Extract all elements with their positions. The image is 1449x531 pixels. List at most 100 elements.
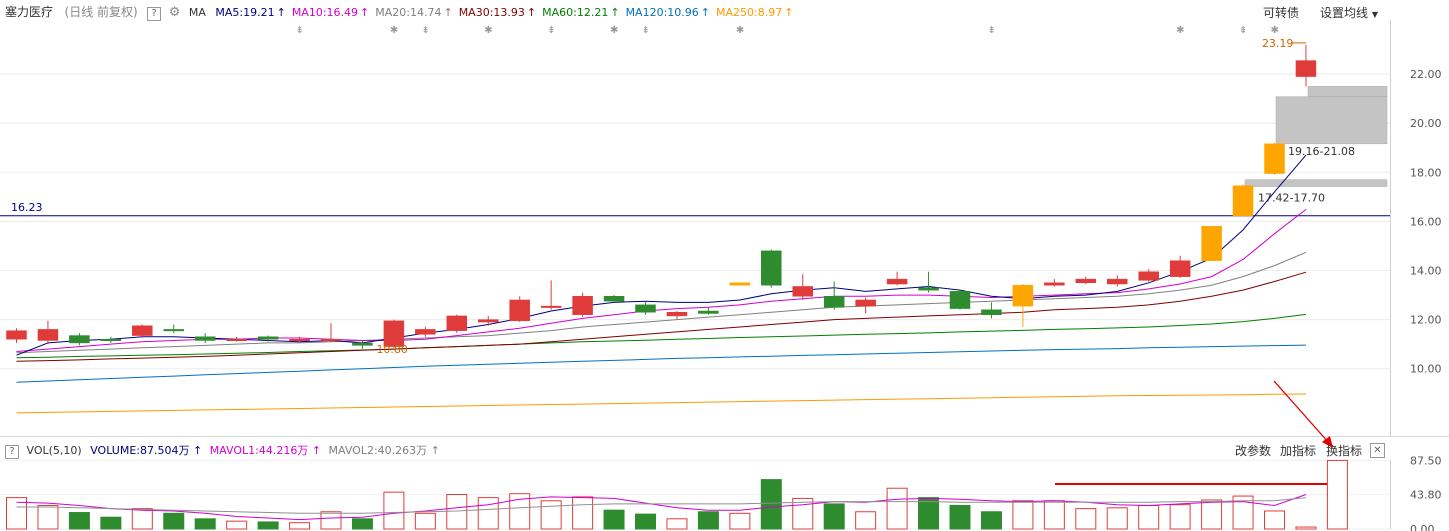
volume-bar[interactable]: [131, 508, 153, 530]
event-marker-icon[interactable]: ⇟: [1239, 25, 1247, 36]
vol-help-icon[interactable]: ?: [5, 445, 19, 459]
volume-bar[interactable]: [6, 497, 27, 530]
volume-bar[interactable]: [1043, 500, 1065, 530]
candle-body[interactable]: [257, 336, 279, 340]
candle-body[interactable]: [729, 282, 751, 286]
candle-body[interactable]: [823, 296, 845, 308]
volume-bar[interactable]: [572, 496, 594, 530]
volume-bar[interactable]: [37, 504, 59, 530]
candle-body[interactable]: [1138, 271, 1159, 281]
volume-bar[interactable]: [729, 512, 751, 530]
volume-bar[interactable]: [697, 511, 719, 530]
volume-bar[interactable]: [886, 487, 908, 530]
candle-body[interactable]: [886, 278, 908, 285]
candle-body[interactable]: [69, 335, 90, 344]
volume-bar[interactable]: [194, 518, 216, 530]
event-marker-icon[interactable]: ⇟: [421, 25, 429, 36]
help-icon[interactable]: ?: [147, 7, 162, 21]
volume-bar[interactable]: [1138, 504, 1160, 530]
volume-bar[interactable]: [320, 511, 342, 530]
event-marker-icon[interactable]: ✱: [484, 25, 492, 36]
convertible-bond-button[interactable]: 可转债: [1263, 4, 1299, 21]
event-marker-icon[interactable]: ✱: [1176, 25, 1184, 36]
volume-bar[interactable]: [823, 503, 845, 530]
candle-body[interactable]: [761, 250, 782, 286]
volume-bar[interactable]: [477, 497, 499, 530]
candle-body[interactable]: [446, 315, 468, 331]
candle-body[interactable]: [698, 310, 719, 314]
set-ma-button[interactable]: 设置均线 ▼: [1320, 4, 1378, 21]
event-marker-icon[interactable]: ⇟: [296, 25, 304, 36]
candle-body[interactable]: [415, 329, 436, 335]
candle-body[interactable]: [352, 342, 373, 346]
volume-bar[interactable]: [980, 511, 1002, 530]
gear-icon[interactable]: ⚙: [169, 5, 181, 20]
event-marker-icon[interactable]: ✱: [390, 25, 398, 36]
event-marker-icon[interactable]: ⇟: [642, 25, 650, 36]
event-marker-icon[interactable]: ⇟: [547, 25, 555, 36]
volume-bar[interactable]: [1264, 510, 1285, 530]
volume-bar[interactable]: [414, 512, 436, 530]
candle-body[interactable]: [949, 291, 971, 309]
volume-bar[interactable]: [1201, 499, 1223, 530]
event-marker-icon[interactable]: ✱: [1271, 25, 1279, 36]
volume-bar[interactable]: [1012, 500, 1034, 530]
close-icon[interactable]: ✕: [1370, 443, 1385, 458]
candle-body[interactable]: [509, 299, 530, 322]
candle-body[interactable]: [1107, 278, 1128, 285]
candle-body[interactable]: [6, 330, 27, 340]
candle-body[interactable]: [1012, 284, 1034, 307]
event-marker-icon[interactable]: ✱: [736, 25, 744, 36]
volume-bar[interactable]: [949, 504, 971, 530]
volume-bar[interactable]: [1232, 495, 1254, 530]
candle-body[interactable]: [289, 338, 310, 341]
volume-bar[interactable]: [446, 494, 468, 530]
candle-body[interactable]: [918, 287, 939, 291]
candle-body[interactable]: [194, 336, 216, 341]
candle-body[interactable]: [572, 296, 593, 315]
candle-body[interactable]: [603, 296, 625, 302]
candle-body[interactable]: [1232, 185, 1254, 217]
volume-bar[interactable]: [855, 511, 877, 530]
candle-body[interactable]: [792, 286, 813, 297]
volume-bar[interactable]: [1326, 459, 1348, 530]
volume-bar[interactable]: [383, 491, 405, 530]
volume-bar[interactable]: [603, 509, 625, 530]
modify-params-button[interactable]: 改参数: [1235, 442, 1271, 459]
volume-bar[interactable]: [792, 497, 814, 530]
candle-body[interactable]: [478, 319, 499, 323]
candle-body[interactable]: [855, 299, 876, 307]
volume-bar[interactable]: [509, 493, 531, 530]
candle-body[interactable]: [1044, 282, 1065, 286]
candle-body[interactable]: [1075, 278, 1097, 284]
volume-bar[interactable]: [540, 500, 562, 530]
volume-bar[interactable]: [666, 518, 688, 530]
candle-body[interactable]: [635, 304, 656, 313]
candle-body[interactable]: [37, 329, 59, 341]
candle-body[interactable]: [383, 320, 405, 347]
candle-body[interactable]: [540, 305, 562, 308]
add-indicator-button[interactable]: 加指标: [1280, 442, 1316, 459]
candle-body[interactable]: [1201, 226, 1222, 261]
period-mode[interactable]: (日线 前复权): [65, 3, 138, 20]
volume-bar[interactable]: [1075, 508, 1097, 530]
volume-bar[interactable]: [1169, 504, 1191, 530]
volume-bar[interactable]: [68, 512, 90, 530]
candle-body[interactable]: [666, 311, 688, 317]
candle-body[interactable]: [226, 338, 247, 341]
candle-body[interactable]: [981, 309, 1002, 315]
volume-bar[interactable]: [1295, 526, 1317, 530]
switch-indicator-button[interactable]: 换指标: [1326, 442, 1362, 459]
candle-body[interactable]: [1295, 60, 1317, 77]
volume-bar[interactable]: [351, 518, 373, 530]
volume-bar[interactable]: [635, 513, 656, 530]
volume-bar[interactable]: [163, 512, 185, 530]
candle-body[interactable]: [163, 329, 184, 332]
volume-bar[interactable]: [918, 497, 940, 530]
event-marker-icon[interactable]: ⇟: [987, 25, 995, 36]
volume-bar[interactable]: [100, 516, 122, 530]
candle-body[interactable]: [100, 338, 122, 341]
candle-body[interactable]: [132, 325, 153, 336]
volume-bar[interactable]: [226, 520, 248, 530]
volume-bar[interactable]: [289, 522, 311, 530]
